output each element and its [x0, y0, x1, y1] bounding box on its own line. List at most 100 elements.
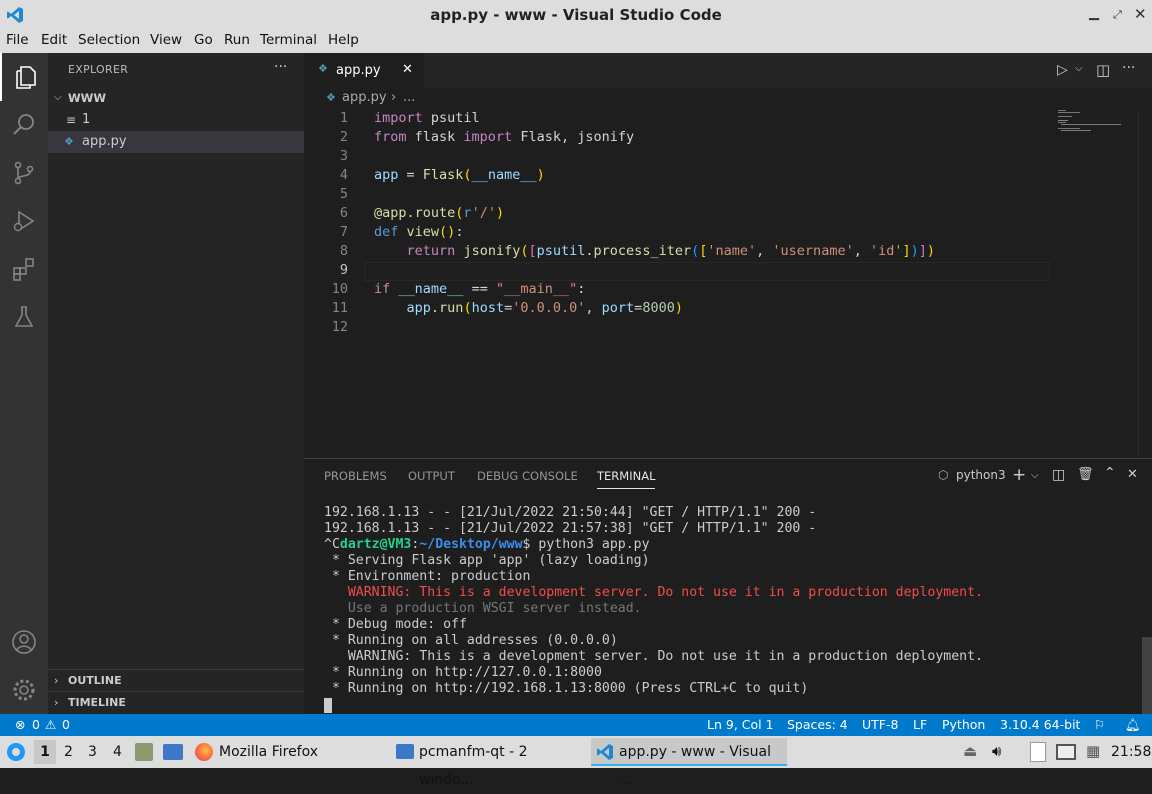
cursor-position[interactable]: Ln 9, Col 1 [707, 717, 774, 732]
firefox-icon [195, 743, 213, 761]
kill-terminal-trash-icon[interactable]: 🗑 [1077, 467, 1094, 482]
taskbar-window-label: app.py - www - Visual ... [619, 744, 772, 788]
taskbar-firefox[interactable]: Mozilla Firefox [193, 738, 383, 766]
errors-count[interactable]: 0 [32, 717, 40, 732]
clock[interactable]: 21:58 [1111, 744, 1151, 760]
code-line-1: import psutil [374, 110, 480, 126]
run-dropdown-icon[interactable]: ⌵ [1075, 63, 1083, 74]
explorer-icon[interactable] [0, 53, 48, 101]
file-app-py[interactable]: ❖ app.py [48, 131, 304, 153]
network-display-icon[interactable] [1056, 744, 1076, 760]
menu-selection[interactable]: Selection [78, 32, 140, 48]
split-terminal-icon[interactable]: ◫ [1052, 467, 1065, 483]
tab-app-py[interactable]: ❖ app.py ✕ [304, 53, 424, 88]
line-number: 7 [339, 224, 348, 240]
line-number: 6 [339, 205, 348, 221]
menu-edit[interactable]: Edit [41, 32, 67, 48]
breadcrumb: ❖ app.py › ... [304, 88, 1152, 110]
warnings-icon[interactable]: ⚠ [45, 717, 56, 732]
terminal-line: * Debug mode: off [324, 617, 467, 632]
tray-upload-icon[interactable]: ⏏ [963, 742, 977, 760]
os-taskbar: 1 2 3 4 Mozilla Firefox pcmanfm-qt - 2 w… [0, 736, 1152, 788]
maximize-panel-icon[interactable]: ⌃ [1104, 465, 1116, 481]
file-manager-launcher-icon[interactable] [135, 743, 153, 761]
workspace-1[interactable]: 1 [34, 740, 56, 764]
minimap[interactable] [1058, 110, 1138, 140]
tray-chip-icon[interactable]: ▦ [1086, 742, 1100, 760]
bottom-panel: PROBLEMS OUTPUT DEBUG CONSOLE TERMINAL ⬡… [304, 458, 1152, 715]
terminal-name[interactable]: python3 [956, 468, 1006, 482]
chevron-right-icon: › [54, 674, 59, 687]
minimize-button[interactable]: ▁ [1089, 6, 1099, 21]
menu-terminal[interactable]: Terminal [260, 32, 317, 48]
explorer-more-actions[interactable]: ··· [274, 59, 287, 75]
terminal-prompt-line: ^Cdartz@VM3:~/Desktop/www$ python3 app.p… [324, 537, 650, 553]
volume-icon[interactable]: 🔊︎ [992, 742, 1001, 760]
feedback-icon[interactable]: ⚐ [1094, 717, 1105, 732]
code-editor[interactable]: 1 2 3 4 5 6 7 8 9 10 11 12 import psutil from flask… [304, 110, 1152, 458]
workspace-3[interactable]: 3 [88, 744, 97, 760]
menu-help[interactable]: Help [328, 32, 359, 48]
code-line-7: def view(): [374, 224, 464, 240]
taskbar-window-label: pcmanfm-qt - 2 windo... [419, 744, 528, 788]
language-mode[interactable]: Python [942, 717, 985, 732]
line-number: 9 [339, 262, 348, 278]
encoding[interactable]: UTF-8 [862, 717, 898, 732]
start-menu-icon[interactable] [6, 742, 26, 762]
tab-terminal[interactable]: TERMINAL [597, 469, 656, 489]
python-interpreter[interactable]: 3.10.4 64-bit [1000, 717, 1080, 732]
folder-www[interactable]: ⌵ WWW [48, 87, 304, 109]
more-actions-icon[interactable]: ··· [1122, 60, 1135, 76]
menu-file[interactable]: File [6, 32, 29, 48]
terminal-scrollbar[interactable] [1142, 637, 1152, 715]
line-number: 8 [339, 243, 348, 259]
file-1[interactable]: ≡ 1 [48, 109, 304, 131]
extensions-icon[interactable] [0, 245, 48, 293]
new-terminal-icon[interactable]: + [1012, 465, 1026, 485]
breadcrumb-more[interactable]: ... [403, 90, 415, 105]
line-ending[interactable]: LF [913, 717, 927, 732]
code-line-11: app.run(host='0.0.0.0', port=8000) [406, 300, 683, 316]
terminal-line: * Running on http://192.168.1.13:8000 (P… [324, 681, 809, 696]
timeline-label: TIMELINE [68, 696, 126, 709]
explorer-sidebar: EXPLORER ··· ⌵ WWW ≡ 1 ❖ app.py › OUTLIN… [48, 53, 304, 714]
search-icon[interactable] [0, 101, 48, 149]
workspace-2[interactable]: 2 [64, 744, 73, 760]
explorer-title: EXPLORER [68, 63, 129, 76]
taskbar-pcmanfm[interactable]: pcmanfm-qt - 2 windo... [392, 738, 586, 788]
close-tab-icon[interactable]: ✕ [402, 62, 413, 77]
terminal-dropdown-icon[interactable]: ⌵ [1031, 470, 1039, 481]
workspace-4[interactable]: 4 [113, 744, 122, 760]
accounts-icon[interactable] [0, 618, 48, 666]
tab-label: app.py [336, 63, 381, 78]
warnings-count[interactable]: 0 [62, 717, 70, 732]
manage-gear-icon[interactable] [0, 666, 48, 714]
tab-debug-console[interactable]: DEBUG CONSOLE [477, 469, 578, 483]
indentation[interactable]: Spaces: 4 [787, 717, 848, 732]
clipboard-icon[interactable] [1030, 742, 1046, 762]
terminal-warning-line: WARNING: This is a development server. D… [324, 585, 983, 600]
show-desktop-icon[interactable] [163, 744, 183, 760]
run-debug-icon[interactable] [0, 197, 48, 245]
run-file-icon[interactable]: ▷ [1057, 62, 1068, 78]
breadcrumb-file[interactable]: app.py [342, 90, 387, 105]
terminal-line: * Running on all addresses (0.0.0.0) [324, 633, 618, 648]
menu-go[interactable]: Go [194, 32, 213, 48]
title-bar: app.py - www - Visual Studio Code ▁ ⤢ ✕ [0, 0, 1152, 30]
taskbar-vscode[interactable]: app.py - www - Visual ... [591, 738, 787, 788]
menu-run[interactable]: Run [224, 32, 250, 48]
errors-icon[interactable]: ⊗ [15, 717, 25, 732]
tab-problems[interactable]: PROBLEMS [324, 469, 387, 483]
close-panel-icon[interactable]: ✕ [1127, 467, 1138, 482]
editor-scrollbar[interactable] [1138, 110, 1152, 458]
maximize-button[interactable]: ⤢ [1113, 8, 1122, 22]
testing-flask-icon[interactable] [0, 293, 48, 341]
menu-view[interactable]: View [150, 32, 182, 48]
notifications-bell-icon[interactable]: 🔔︎ [1125, 717, 1141, 733]
close-window-button[interactable]: ✕ [1134, 5, 1147, 23]
source-control-icon[interactable] [0, 149, 48, 197]
tab-output[interactable]: OUTPUT [408, 469, 455, 483]
outline-section[interactable]: › OUTLINE [48, 669, 304, 691]
split-editor-icon[interactable]: ◫ [1096, 61, 1110, 79]
timeline-section[interactable]: › TIMELINE [48, 691, 304, 713]
